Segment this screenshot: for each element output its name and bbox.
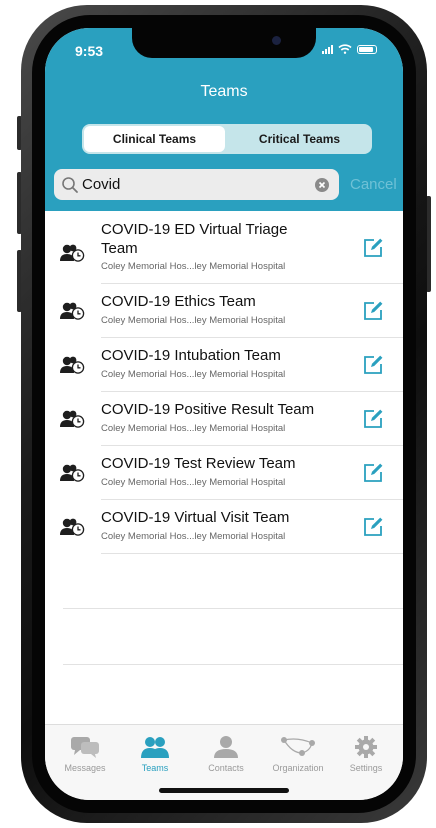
team-row[interactable]: COVID-19 Test Review Team Coley Memorial …: [101, 445, 403, 500]
team-row[interactable]: COVID-19 Ethics Team Coley Memorial Hos..…: [101, 283, 403, 338]
tab-messages[interactable]: Messages: [50, 735, 120, 773]
status-icons: [322, 44, 377, 54]
edit-icon[interactable]: [362, 462, 384, 484]
team-name: COVID-19 Test Review Team: [101, 455, 296, 472]
team-name: COVID-19 Ethics Team: [101, 293, 256, 310]
chat-bubbles-icon: [50, 735, 120, 759]
search-input[interactable]: Covid: [82, 176, 315, 193]
team-row-wrapper: COVID-19 Test Review Team Coley Memorial …: [45, 445, 403, 500]
team-row-wrapper: COVID-19 Intubation Team Coley Memorial H…: [45, 337, 403, 392]
edit-icon[interactable]: [362, 237, 384, 259]
status-time: 9:53: [75, 43, 104, 59]
edit-icon[interactable]: [362, 516, 384, 538]
cancel-button[interactable]: Cancel: [350, 176, 397, 193]
team-type-segmented-control: Clinical Teams Critical Teams: [82, 124, 372, 154]
wifi-icon: [338, 44, 352, 54]
team-row-wrapper: COVID-19 Ethics Team Coley Memorial Hos..…: [45, 283, 403, 338]
team-row[interactable]: COVID-19 ED Virtual Triage Team Coley Mem…: [101, 211, 403, 284]
app-screen: 9:53 Teams Clinical Teams Critical Teams…: [45, 28, 403, 800]
team-icon: [59, 243, 85, 263]
team-list: COVID-19 ED Virtual Triage Team Coley Mem…: [45, 211, 403, 665]
team-name: COVID-19 Intubation Team: [101, 347, 281, 364]
empty-list-row: [63, 609, 403, 665]
tab-settings[interactable]: Settings: [331, 735, 401, 773]
team-name: COVID-19 ED Virtual Triage Team: [101, 221, 288, 257]
page-title: Teams: [200, 83, 248, 100]
camera-icon: [272, 36, 281, 45]
tab-organization[interactable]: Organization: [263, 735, 333, 773]
team-row[interactable]: COVID-19 Intubation Team Coley Memorial H…: [101, 337, 403, 392]
team-organization: Coley Memorial Hos...ley Memorial Hospit…: [101, 369, 286, 380]
team-organization: Coley Memorial Hos...ley Memorial Hospit…: [101, 531, 286, 542]
signal-icon: [322, 44, 333, 54]
team-icon: [59, 355, 85, 375]
team-name: COVID-19 Positive Result Team: [101, 401, 315, 418]
search-icon: [62, 176, 78, 193]
team-row-wrapper: COVID-19 Virtual Visit Team Coley Memoria…: [45, 499, 403, 554]
team-name: COVID-19 Virtual Visit Team: [101, 509, 290, 526]
tab-contacts[interactable]: Contacts: [191, 735, 261, 773]
team-row-wrapper: COVID-19 ED Virtual Triage Team Coley Mem…: [45, 211, 403, 284]
tab-label: Settings: [349, 763, 383, 773]
tab-label: Messages: [64, 763, 106, 773]
team-row[interactable]: COVID-19 Positive Result Team Coley Memor…: [101, 391, 403, 446]
edit-icon[interactable]: [362, 354, 384, 376]
search-bar[interactable]: Covid: [54, 169, 339, 200]
tab-label: Teams: [141, 763, 169, 773]
person-icon: [191, 735, 261, 759]
team-icon: [59, 463, 85, 483]
tab-teams[interactable]: Teams: [120, 735, 190, 773]
team-icon: [59, 409, 85, 429]
notch: [132, 28, 316, 58]
gear-icon: [331, 735, 401, 759]
team-organization: Coley Memorial Hos...ley Memorial Hospit…: [101, 423, 286, 434]
team-icon: [120, 735, 190, 759]
team-icon: [59, 301, 85, 321]
team-row-wrapper: COVID-19 Positive Result Team Coley Memor…: [45, 391, 403, 446]
edit-icon[interactable]: [362, 408, 384, 430]
team-icon: [59, 517, 85, 537]
team-organization: Coley Memorial Hos...ley Memorial Hospit…: [101, 315, 286, 326]
team-organization: Coley Memorial Hos...ley Memorial Hospit…: [101, 261, 286, 272]
team-organization: Coley Memorial Hos...ley Memorial Hospit…: [101, 477, 286, 488]
edit-icon[interactable]: [362, 300, 384, 322]
tab-label: Organization: [272, 763, 324, 773]
segment-critical-teams[interactable]: Critical Teams: [229, 126, 370, 152]
empty-list-row: [63, 553, 403, 609]
battery-icon: [357, 44, 377, 54]
segment-clinical-teams[interactable]: Clinical Teams: [84, 126, 225, 152]
clear-search-icon[interactable]: [315, 177, 329, 192]
team-row[interactable]: COVID-19 Virtual Visit Team Coley Memoria…: [101, 499, 403, 554]
network-icon: [263, 735, 333, 759]
home-indicator: [159, 788, 289, 793]
tab-label: Contacts: [208, 763, 244, 773]
